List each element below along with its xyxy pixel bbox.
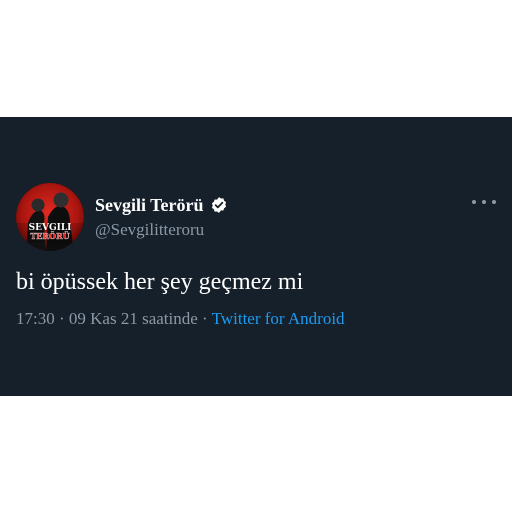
display-name[interactable]: Sevgili Terörü (95, 194, 204, 216)
tweet-date[interactable]: 09 Kas 21 saatinde (69, 309, 198, 328)
tweet-text: bi öpüssek her şey geçmez mi (16, 269, 304, 295)
tweet-time[interactable]: 17:30 (16, 309, 55, 328)
avatar-image: SEVGILI TERÖRÜ (16, 183, 84, 251)
page: SEVGILI TERÖRÜ Sevgili Terörü @Sevgilitt… (0, 0, 512, 512)
user-handle[interactable]: @Sevgilitteroru (95, 219, 204, 241)
avatar-logo-text-bottom: TERÖRÜ (30, 231, 69, 241)
more-dot (492, 200, 496, 204)
meta-separator: · (58, 309, 69, 328)
more-options-icon[interactable] (472, 196, 496, 208)
tweet-metadata: 17:30 · 09 Kas 21 saatinde · Twitter for… (16, 308, 345, 330)
avatar[interactable]: SEVGILI TERÖRÜ (16, 183, 84, 251)
more-dot (482, 200, 486, 204)
tweet-card (0, 117, 512, 396)
verified-badge-icon (210, 196, 228, 214)
meta-separator: · (202, 309, 212, 328)
display-name-row[interactable]: Sevgili Terörü (95, 194, 228, 216)
more-dot (472, 200, 476, 204)
tweet-source-link[interactable]: Twitter for Android (212, 309, 345, 328)
